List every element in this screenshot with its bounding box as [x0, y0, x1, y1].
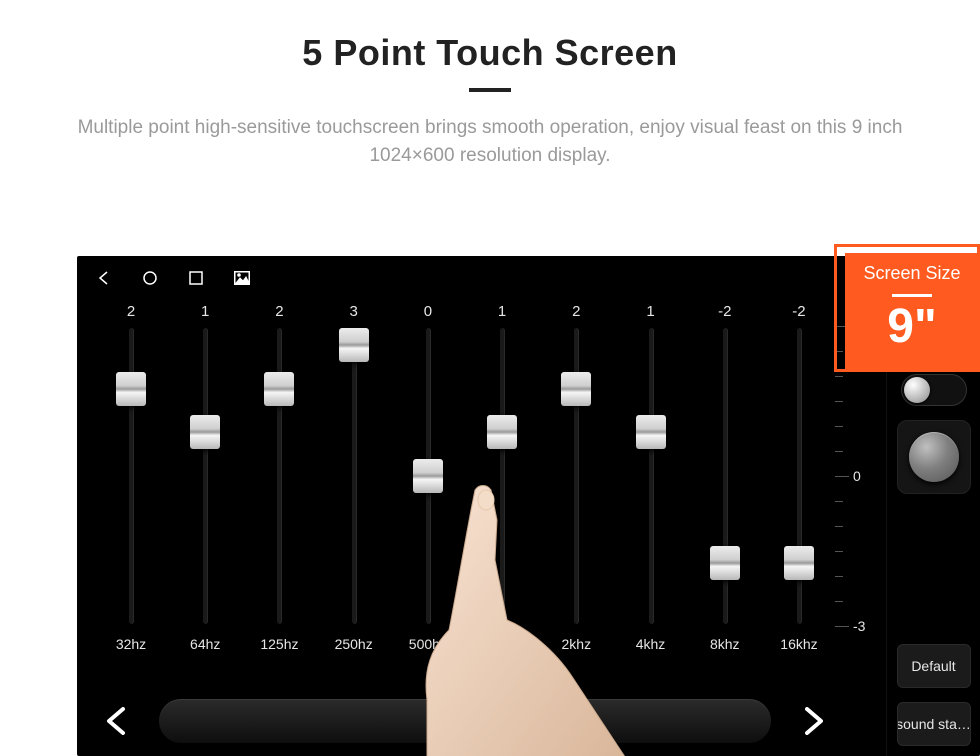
- eq-slider[interactable]: [249, 328, 309, 624]
- eq-freq-label: 4khz: [636, 636, 666, 654]
- eq-band-4khz: 1 4khz: [621, 300, 681, 692]
- eq-band-2khz: 2 2khz: [546, 300, 606, 692]
- eq-slider[interactable]: [472, 328, 532, 624]
- preset-name[interactable]: Jazz: [159, 699, 771, 743]
- eq-band-250hz: 3 250hz: [324, 300, 384, 692]
- eq-band-8khz: -2 8khz: [695, 300, 755, 692]
- eq-band-1khz: 1 1khz: [472, 300, 532, 692]
- eq-slider[interactable]: [769, 328, 829, 624]
- eq-slider[interactable]: [101, 328, 161, 624]
- eq-freq-label: 2khz: [562, 636, 592, 654]
- preset-row: Jazz: [95, 696, 835, 746]
- home-icon[interactable]: [141, 269, 159, 287]
- scale-mid: 0: [853, 468, 861, 484]
- eq-band-32hz: 2 32hz: [101, 300, 161, 692]
- eq-freq-label: 250hz: [335, 636, 373, 654]
- eq-slider[interactable]: [695, 328, 755, 624]
- eq-slider[interactable]: [546, 328, 606, 624]
- eq-slider[interactable]: [324, 328, 384, 624]
- badge-value: 9": [887, 303, 936, 351]
- eq-value: 2: [275, 300, 283, 324]
- eq-toggle[interactable]: [901, 374, 967, 406]
- title-underline: [469, 88, 511, 92]
- badge-label: Screen Size: [863, 263, 960, 284]
- eq-value: 1: [646, 300, 654, 324]
- eq-value: 0: [424, 300, 432, 324]
- android-navbar: [95, 264, 962, 292]
- default-button[interactable]: Default: [897, 644, 971, 688]
- eq-band-125hz: 2 125hz: [249, 300, 309, 692]
- eq-value: 2: [572, 300, 580, 324]
- balance-dial[interactable]: [897, 420, 971, 494]
- eq-band-16khz: -2 16khz: [769, 300, 829, 692]
- eq-freq-label: 500hz: [409, 636, 447, 654]
- eq-slider[interactable]: [175, 328, 235, 624]
- eq-slider[interactable]: [398, 328, 458, 624]
- eq-value: 2: [127, 300, 135, 324]
- eq-freq-label: 125hz: [260, 636, 298, 654]
- page-subtitle: Multiple point high-sensitive touchscree…: [55, 114, 925, 169]
- eq-freq-label: 32hz: [116, 636, 146, 654]
- eq-band-64hz: 1 64hz: [175, 300, 235, 692]
- eq-value: -2: [718, 300, 731, 324]
- eq-value: 1: [498, 300, 506, 324]
- scale-min: -3: [853, 618, 865, 634]
- eq-freq-label: 64hz: [190, 636, 220, 654]
- eq-freq-label: 1khz: [487, 636, 517, 654]
- eq-freq-label: 16khz: [780, 636, 817, 654]
- back-icon[interactable]: [95, 269, 113, 287]
- next-preset-button[interactable]: [791, 699, 835, 743]
- screen-size-badge: Screen Size 9": [834, 244, 980, 372]
- eq-value: 3: [349, 300, 357, 324]
- page-title: 5 Point Touch Screen: [0, 32, 980, 74]
- eq-band-500hz: 0 500hz: [398, 300, 458, 692]
- equalizer-area: 2 32hz 1 64hz 2 125hz 3 250hz 0 500hz 1 1khz 2 2khz 1 4…: [95, 300, 835, 692]
- recent-icon[interactable]: [187, 269, 205, 287]
- gallery-icon[interactable]: [233, 269, 251, 287]
- eq-slider[interactable]: [621, 328, 681, 624]
- eq-value: 1: [201, 300, 209, 324]
- sound-stage-button[interactable]: sound sta…: [897, 702, 971, 746]
- prev-preset-button[interactable]: [95, 699, 139, 743]
- eq-value: -2: [792, 300, 805, 324]
- eq-freq-label: 8khz: [710, 636, 740, 654]
